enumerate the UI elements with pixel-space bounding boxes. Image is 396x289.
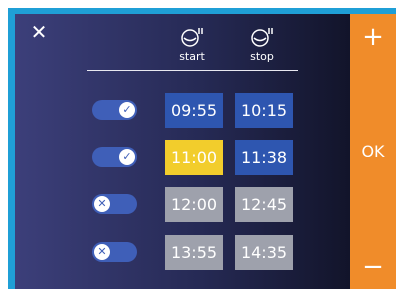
row-4-toggle[interactable]: ✕ [92, 242, 137, 262]
row-3-toggle[interactable]: ✕ [92, 194, 137, 214]
check-icon: ✓ [119, 149, 135, 165]
stop-column-header: stop [237, 26, 287, 63]
stop-label: stop [250, 50, 274, 63]
start-label: start [179, 50, 205, 63]
row-3-stop-time[interactable]: 12:45 [235, 187, 293, 222]
timer-start-icon [181, 28, 203, 47]
row-2-stop-time[interactable]: 11:38 [235, 140, 293, 175]
start-column-header: start [167, 26, 217, 63]
row-1-start-time[interactable]: 09:55 [165, 93, 223, 128]
close-icon[interactable]: ✕ [30, 22, 48, 42]
check-icon: ✓ [119, 102, 135, 118]
row-2-start-time[interactable]: 11:00 [165, 140, 223, 175]
header-divider [87, 70, 298, 71]
row-3-start-time[interactable]: 12:00 [165, 187, 223, 222]
row-4-start-time[interactable]: 13:55 [165, 235, 223, 270]
timer-stop-icon [251, 28, 273, 47]
x-icon: ✕ [94, 196, 110, 212]
plus-button[interactable]: + [350, 24, 396, 50]
row-2-toggle[interactable]: ✓ [92, 147, 137, 167]
row-1-toggle[interactable]: ✓ [92, 100, 137, 120]
ok-button[interactable]: OK [350, 142, 396, 162]
row-1-stop-time[interactable]: 10:15 [235, 93, 293, 128]
minus-button[interactable]: − [350, 254, 396, 280]
action-sidebar: + OK − [350, 14, 396, 289]
x-icon: ✕ [94, 244, 110, 260]
row-4-stop-time[interactable]: 14:35 [235, 235, 293, 270]
